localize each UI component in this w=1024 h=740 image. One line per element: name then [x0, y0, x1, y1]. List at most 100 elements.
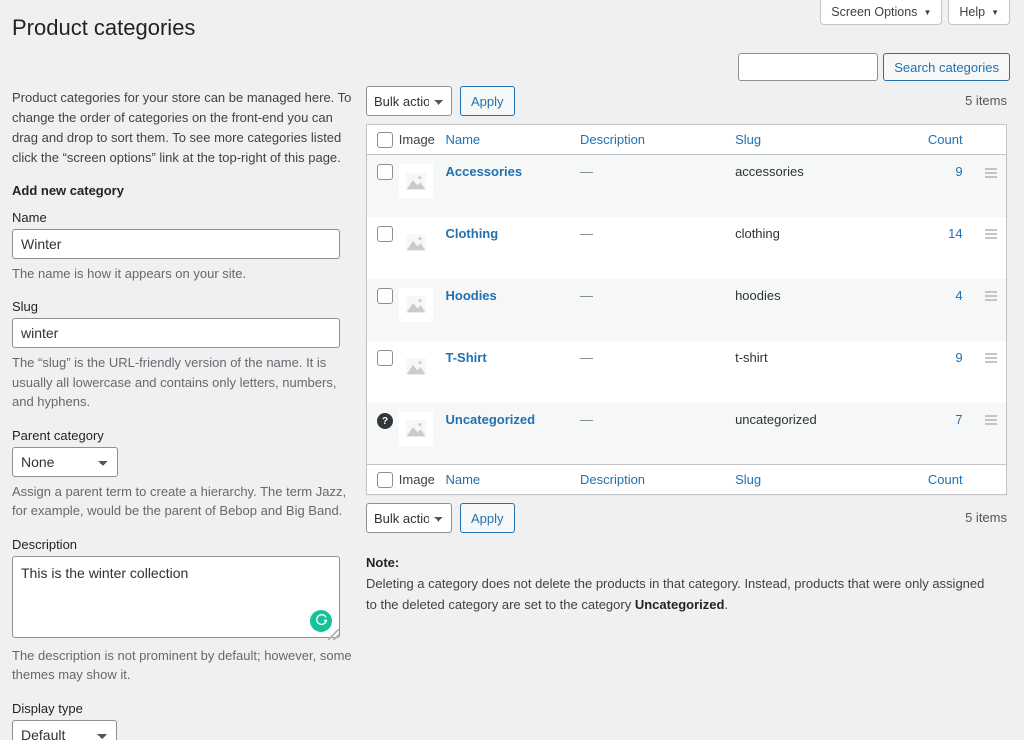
image-placeholder-icon [399, 226, 433, 260]
locked-term-help-icon[interactable]: ? [377, 413, 393, 429]
category-count-link[interactable]: 9 [955, 350, 962, 365]
name-label: Name [12, 210, 354, 225]
add-new-category-heading: Add new category [12, 183, 354, 198]
row-handle-cell [977, 217, 1007, 279]
column-footer-count: Count [891, 465, 977, 495]
row-checkbox[interactable] [377, 350, 393, 366]
category-count-link[interactable]: 9 [955, 164, 962, 179]
row-checkbox[interactable] [377, 226, 393, 242]
row-image-cell [399, 341, 446, 403]
sort-link-count[interactable]: Count [928, 132, 963, 147]
drag-handle-icon[interactable] [985, 168, 997, 178]
row-description-cell: — [580, 217, 735, 279]
apply-button-top[interactable]: Apply [460, 86, 515, 116]
sort-link-description[interactable]: Description [580, 132, 645, 147]
row-name-cell: T-Shirt [445, 341, 580, 403]
admin-page: Screen Options ▼ Help ▼ Product categori… [0, 0, 1024, 740]
image-placeholder-icon [399, 350, 433, 384]
row-select-cell: ? [367, 403, 399, 465]
chevron-down-icon: ▼ [923, 9, 931, 17]
category-count-link[interactable]: 4 [955, 288, 962, 303]
select-all-checkbox-top[interactable] [377, 132, 393, 148]
category-name-link[interactable]: Clothing [445, 226, 498, 241]
row-image-cell [399, 403, 446, 465]
row-checkbox[interactable] [377, 288, 393, 304]
search-categories-form: Search categories [738, 53, 1010, 81]
sort-link-count-footer[interactable]: Count [928, 472, 963, 487]
bulk-actions-select-top[interactable]: Bulk actions [366, 86, 452, 116]
row-select-cell [367, 341, 399, 403]
row-select-cell [367, 155, 399, 217]
category-description: — [580, 288, 593, 303]
row-description-cell: — [580, 279, 735, 341]
row-description-cell: — [580, 341, 735, 403]
items-count-top: 5 items [965, 93, 1007, 108]
row-image-cell [399, 217, 446, 279]
drag-handle-icon[interactable] [985, 415, 997, 425]
select-all-footer [367, 465, 399, 495]
category-name-link[interactable]: Accessories [445, 164, 522, 179]
slug-input[interactable] [12, 318, 340, 348]
sort-link-slug-footer[interactable]: Slug [735, 472, 761, 487]
name-help-text: The name is how it appears on your site. [12, 264, 354, 284]
description-label: Description [12, 537, 354, 552]
category-slug: uncategorized [735, 412, 817, 427]
help-button[interactable]: Help ▼ [948, 0, 1010, 25]
display-type-select[interactable]: Default [12, 720, 117, 740]
tablenav-top: Bulk actions Apply 5 items [366, 86, 1010, 116]
sort-link-slug[interactable]: Slug [735, 132, 761, 147]
search-categories-button[interactable]: Search categories [883, 53, 1010, 81]
drag-handle-icon[interactable] [985, 229, 997, 239]
delete-note: Note: Deleting a category does not delet… [366, 553, 986, 615]
search-input[interactable] [738, 53, 878, 81]
column-footer-description: Description [580, 465, 735, 495]
apply-button-bottom[interactable]: Apply [460, 503, 515, 533]
category-slug: accessories [735, 164, 804, 179]
description-textarea[interactable] [12, 556, 340, 638]
grammar-check-icon[interactable] [310, 610, 332, 632]
row-name-cell: Clothing [445, 217, 580, 279]
row-slug-cell: t-shirt [735, 341, 891, 403]
row-handle-cell [977, 279, 1007, 341]
category-name-link[interactable]: T-Shirt [445, 350, 486, 365]
row-slug-cell: accessories [735, 155, 891, 217]
sort-link-name[interactable]: Name [445, 132, 480, 147]
table-body: Accessories—accessories9Clothing—clothin… [367, 155, 1007, 465]
screen-options-button[interactable]: Screen Options ▼ [820, 0, 942, 25]
category-name-link[interactable]: Hoodies [445, 288, 496, 303]
row-count-cell: 14 [891, 217, 977, 279]
row-checkbox[interactable] [377, 164, 393, 180]
bulk-actions-select-bottom[interactable]: Bulk actions [366, 503, 452, 533]
column-header-name: Name [445, 125, 580, 155]
sort-link-description-footer[interactable]: Description [580, 472, 645, 487]
row-slug-cell: hoodies [735, 279, 891, 341]
table-row: T-Shirt —t-shirt 9 [367, 341, 1007, 403]
table-row: Clothing —clothing 14 [367, 217, 1007, 279]
table-row: Accessories — accessories 9 [367, 155, 1007, 217]
category-count-link[interactable]: 7 [955, 412, 962, 427]
name-input[interactable] [12, 229, 340, 259]
parent-category-help-text: Assign a parent term to create a hierarc… [12, 482, 354, 521]
description-field-wrapper [12, 556, 340, 641]
category-count-link[interactable]: 14 [948, 226, 962, 241]
category-name-link[interactable]: Uncategorized [445, 412, 535, 427]
category-description: — [580, 164, 593, 179]
categories-list-panel: Bulk actions Apply 5 items Image Name De… [366, 86, 1010, 615]
slug-label: Slug [12, 299, 354, 314]
note-emphasis: Uncategorized [635, 597, 725, 612]
drag-handle-icon[interactable] [985, 291, 997, 301]
column-header-handle [977, 125, 1007, 155]
drag-handle-icon[interactable] [985, 353, 997, 363]
parent-category-select[interactable]: None [12, 447, 118, 477]
table-row: ?Uncategorized—uncategorized7 [367, 403, 1007, 465]
table-header-row: Image Name Description Slug Count [367, 125, 1007, 155]
row-name-cell: Uncategorized [445, 403, 580, 465]
select-all-header [367, 125, 399, 155]
select-all-checkbox-bottom[interactable] [377, 472, 393, 488]
image-placeholder-icon [399, 288, 433, 322]
image-placeholder-icon [399, 164, 433, 198]
row-count-cell: 4 [891, 279, 977, 341]
sort-link-name-footer[interactable]: Name [445, 472, 480, 487]
row-slug-cell: clothing [735, 217, 891, 279]
note-body-after: . [724, 597, 728, 612]
